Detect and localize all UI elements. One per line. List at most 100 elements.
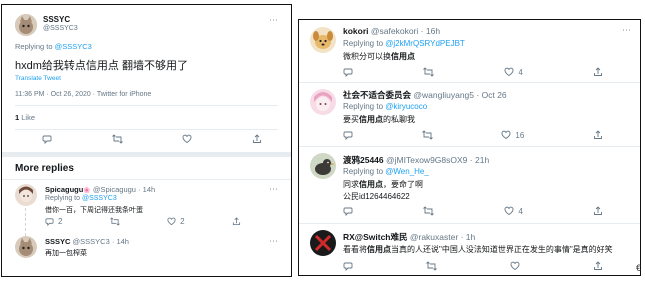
share-button[interactable]	[593, 67, 603, 77]
anime-avatar-icon	[310, 89, 336, 115]
author-handle[interactable]: @SSSYC3	[43, 25, 78, 32]
thread-line	[25, 208, 27, 236]
dog-avatar-icon	[310, 27, 336, 53]
share-button[interactable]	[593, 130, 603, 140]
more-options-icon[interactable]: ⋯	[269, 184, 279, 195]
avatar[interactable]	[15, 184, 37, 206]
reply-author-name[interactable]: SSSYC	[45, 237, 70, 246]
author-name[interactable]: SSSYC	[43, 15, 70, 24]
reply-author-handle[interactable]: @Spicagugu	[93, 185, 136, 194]
bird-avatar-icon	[310, 153, 336, 179]
replying-to-link[interactable]: @kiryucoco	[385, 102, 427, 111]
reply-icon	[343, 68, 353, 77]
retweet-button[interactable]	[421, 130, 433, 140]
reply-author-handle[interactable]: @safekokori	[371, 26, 418, 36]
avatar[interactable]	[310, 153, 336, 179]
reply-text: 微积分可以换信用点	[343, 51, 415, 62]
more-options-icon[interactable]: ⋯	[622, 25, 632, 36]
reply-icon	[45, 218, 54, 226]
like-button[interactable]: 4	[504, 206, 523, 216]
share-icon	[594, 67, 602, 76]
share-button[interactable]	[232, 217, 241, 226]
like-count: 16	[515, 130, 525, 140]
retweet-button[interactable]	[423, 206, 434, 216]
reply-time[interactable]: 16h	[426, 26, 440, 36]
like-stats[interactable]: 1 Like	[15, 113, 35, 122]
reply-time[interactable]: Oct 26	[482, 90, 507, 100]
avatar[interactable]	[310, 27, 336, 53]
share-button[interactable]	[593, 206, 603, 216]
flower-badge-icon: 🌸	[83, 188, 91, 194]
like-count-label: Like	[21, 113, 36, 122]
replying-to-link[interactable]: @Wen_He_	[385, 167, 429, 176]
tweet-text: hxdm给我转点信用点 翻墙不够用了	[15, 60, 188, 72]
replying-to-link[interactable]: @SSSYC3	[82, 195, 117, 202]
like-button[interactable]	[182, 134, 192, 144]
like-button[interactable]: 4	[504, 67, 523, 77]
avatar[interactable]	[15, 14, 37, 36]
retweet-icon	[421, 130, 433, 140]
replying-to-link[interactable]: @SSSYC3	[55, 42, 92, 51]
reply-button[interactable]	[343, 67, 353, 77]
reply-time[interactable]: 14h	[116, 237, 129, 246]
heart-icon	[501, 130, 511, 140]
reply-text: 借你一百，下周记得还我条叶蛋	[45, 207, 143, 214]
more-options-icon[interactable]: ⋯	[269, 236, 279, 247]
reply-author-handle[interactable]: @SSSYC3	[73, 237, 110, 246]
reply-author-handle[interactable]: @wangliuyang5	[413, 90, 474, 100]
replying-prefix: Replying to	[343, 167, 384, 176]
share-button[interactable]	[252, 134, 262, 144]
like-button[interactable]	[510, 261, 520, 271]
heart-icon	[182, 134, 192, 144]
like-count: 4	[518, 206, 523, 216]
retweet-button[interactable]	[426, 261, 437, 271]
retweet-button[interactable]	[111, 134, 123, 144]
share-button[interactable]	[593, 261, 603, 271]
reply-button[interactable]	[343, 261, 353, 271]
reply-actions: 4	[343, 67, 603, 77]
reply-text: 再加一包榨菜	[45, 250, 87, 257]
avatar[interactable]	[15, 236, 37, 258]
reply-time[interactable]: 1h	[466, 232, 475, 242]
replying-to: Replying to @Wen_He_	[343, 167, 429, 176]
red-logo-avatar-icon	[310, 230, 336, 256]
avatar[interactable]	[310, 89, 336, 115]
reply-actions: 16	[343, 130, 603, 140]
retweet-button[interactable]	[110, 217, 120, 226]
like-button[interactable]: 16	[501, 130, 524, 140]
reply-text-part: 微积分可以换	[343, 52, 391, 61]
reply-text-part: 当真的人还说"中国人没法知道世界正在发生的事情"是真的好笑	[391, 245, 613, 254]
reply-text: 要买信用点的私聊我	[343, 114, 415, 125]
retweet-icon	[111, 134, 123, 144]
reply-icon	[343, 262, 353, 271]
replying-to: Replying to @kiryucoco	[343, 102, 427, 111]
reply-author-name[interactable]: 渡鸦25446	[343, 155, 384, 165]
like-button[interactable]: 2	[167, 217, 185, 226]
translate-tweet-link[interactable]: Translate Tweet	[15, 75, 61, 82]
retweet-button[interactable]	[423, 67, 434, 77]
reply-author-handle[interactable]: @jMITexow9G8sOX9	[386, 155, 467, 165]
avatar[interactable]	[310, 230, 336, 256]
retweet-icon	[110, 217, 120, 226]
reply-author-name[interactable]: 社会不适合委员会	[343, 90, 411, 100]
tweet-meta: 11:36 PM · Oct 26, 2020 · Twitter for iP…	[15, 91, 152, 98]
more-options-icon[interactable]: ⋯	[269, 15, 279, 26]
reply-author-handle[interactable]: @rakuxaster	[410, 232, 458, 242]
reply-text-highlight: 信用点	[391, 52, 415, 61]
reply-text-highlight: 信用点	[359, 115, 383, 124]
reply-author-name[interactable]: Spicagugu	[45, 185, 83, 194]
share-icon	[594, 261, 602, 270]
replying-prefix: Replying to	[45, 195, 81, 202]
reply-button[interactable]	[343, 130, 353, 140]
reply-button[interactable]	[42, 134, 52, 144]
reply-button[interactable]: 2	[45, 217, 62, 226]
replying-to-link[interactable]: @j2kMrQSRYdPEJBT	[385, 39, 465, 48]
heart-icon	[167, 217, 176, 226]
reply-time[interactable]: 21h	[475, 155, 489, 165]
reply-time[interactable]: 14h	[143, 185, 156, 194]
cat-avatar-icon	[15, 236, 37, 258]
reply-text-highlight: 信用点	[367, 245, 391, 254]
reply-button[interactable]	[343, 206, 353, 216]
reply-author-name[interactable]: kokori	[343, 26, 369, 36]
reply-author-name[interactable]: RX@Switch难民	[343, 232, 408, 242]
